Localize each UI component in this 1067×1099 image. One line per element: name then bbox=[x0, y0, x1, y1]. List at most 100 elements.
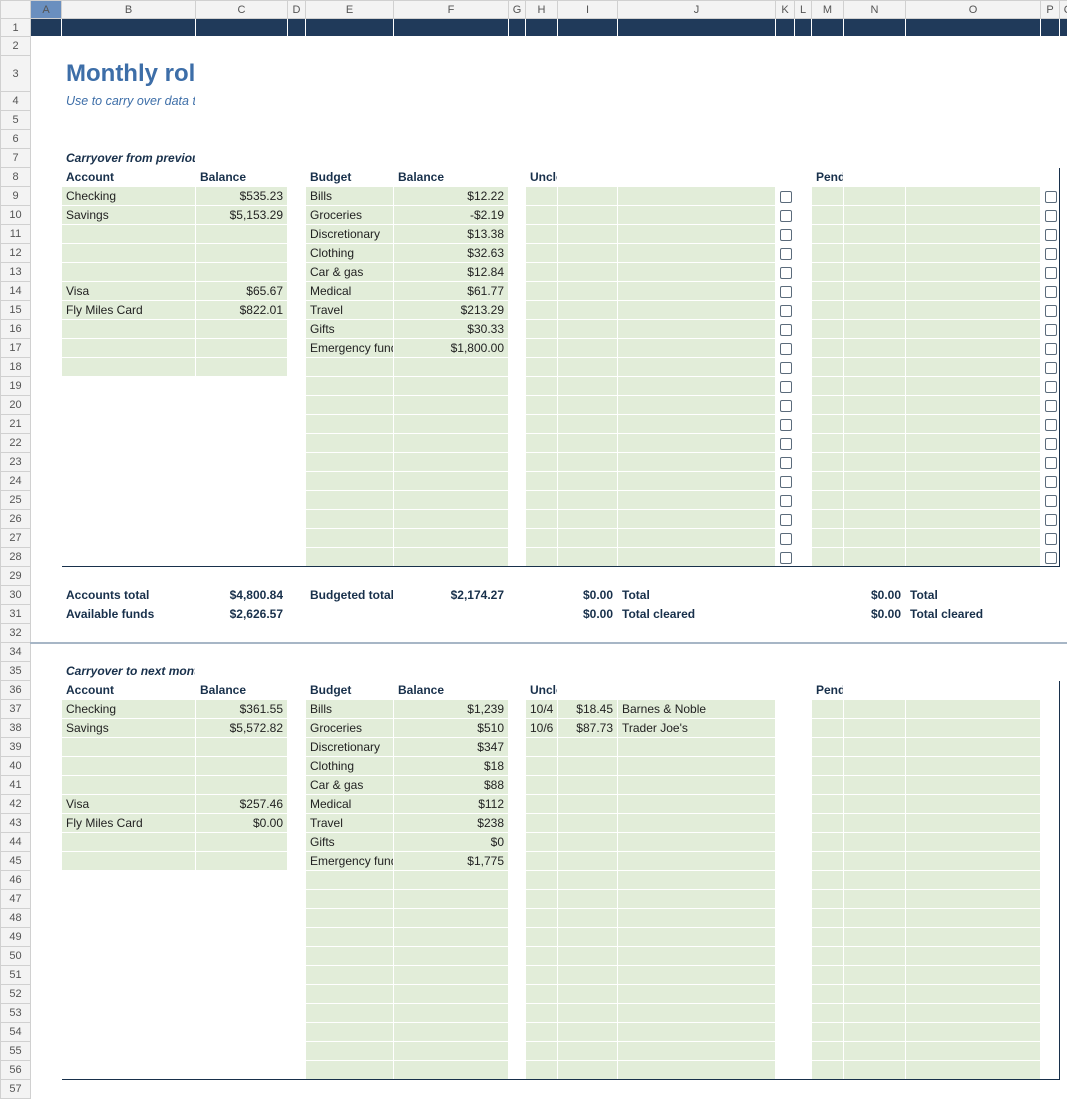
cell-I32[interactable] bbox=[558, 624, 618, 643]
cell-K4[interactable] bbox=[776, 92, 795, 111]
cell-D3[interactable] bbox=[288, 56, 306, 92]
cell-O56[interactable] bbox=[906, 1061, 1041, 1080]
cell-P2[interactable] bbox=[1041, 37, 1060, 56]
cell-B29[interactable] bbox=[62, 567, 196, 586]
cell-E45[interactable]: Emergency fund bbox=[306, 852, 394, 871]
cell-L7[interactable] bbox=[795, 149, 812, 168]
cell-M35[interactable] bbox=[812, 662, 844, 681]
cell-P21[interactable] bbox=[1041, 415, 1060, 434]
cell-J32[interactable] bbox=[618, 624, 776, 643]
cell-Q24[interactable] bbox=[1060, 472, 1067, 491]
cell-B19[interactable] bbox=[62, 377, 196, 396]
cell-J47[interactable] bbox=[618, 890, 776, 909]
row-header-36[interactable]: 36 bbox=[1, 681, 31, 700]
cell-F23[interactable] bbox=[394, 453, 509, 472]
cell-K1[interactable] bbox=[776, 19, 795, 37]
cell-I28[interactable] bbox=[558, 548, 618, 567]
cell-Q5[interactable] bbox=[1060, 111, 1067, 130]
cell-B23[interactable] bbox=[62, 453, 196, 472]
cell-F44[interactable]: $0 bbox=[394, 833, 509, 852]
cell-I4[interactable] bbox=[558, 92, 618, 111]
cell-D14[interactable] bbox=[288, 282, 306, 301]
cell-O20[interactable] bbox=[906, 396, 1041, 415]
row-header-4[interactable]: 4 bbox=[1, 92, 31, 111]
cell-M6[interactable] bbox=[812, 130, 844, 149]
cell-B8[interactable]: Account bbox=[62, 168, 196, 187]
cell-I49[interactable] bbox=[558, 928, 618, 947]
cell-J23[interactable] bbox=[618, 453, 776, 472]
cell-G46[interactable] bbox=[509, 871, 526, 890]
cell-O26[interactable] bbox=[906, 510, 1041, 529]
cell-J3[interactable] bbox=[618, 56, 776, 92]
row-header-12[interactable]: 12 bbox=[1, 244, 31, 263]
cell-E5[interactable] bbox=[306, 111, 394, 130]
row-header-7[interactable]: 7 bbox=[1, 149, 31, 168]
cell-H5[interactable] bbox=[526, 111, 558, 130]
cell-G27[interactable] bbox=[509, 529, 526, 548]
checkbox-icon[interactable] bbox=[780, 495, 792, 507]
cell-G22[interactable] bbox=[509, 434, 526, 453]
checkbox-icon[interactable] bbox=[1045, 267, 1057, 279]
column-header-F[interactable]: F bbox=[394, 1, 509, 19]
cell-D49[interactable] bbox=[288, 928, 306, 947]
cell-Q44[interactable] bbox=[1060, 833, 1067, 852]
cell-L2[interactable] bbox=[795, 37, 812, 56]
cell-B25[interactable] bbox=[62, 491, 196, 510]
cell-Q36[interactable] bbox=[1060, 681, 1067, 700]
cell-L10[interactable] bbox=[795, 206, 812, 225]
cell-C16[interactable] bbox=[196, 320, 288, 339]
cell-N34[interactable] bbox=[844, 643, 906, 662]
cell-M48[interactable] bbox=[812, 909, 844, 928]
cell-Q9[interactable] bbox=[1060, 187, 1067, 206]
cell-O1[interactable] bbox=[906, 19, 1041, 37]
cell-N43[interactable] bbox=[844, 814, 906, 833]
cell-M2[interactable] bbox=[812, 37, 844, 56]
spreadsheet[interactable]: ABCDEFGHIJKLMNOPQ 123Monthly rollover4Us… bbox=[0, 0, 1067, 1099]
cell-B47[interactable] bbox=[62, 890, 196, 909]
cell-H51[interactable] bbox=[526, 966, 558, 985]
cell-A47[interactable] bbox=[31, 890, 62, 909]
cell-H49[interactable] bbox=[526, 928, 558, 947]
cell-E4[interactable] bbox=[306, 92, 394, 111]
cell-E20[interactable] bbox=[306, 396, 394, 415]
cell-F31[interactable] bbox=[394, 605, 509, 624]
checkbox-icon[interactable] bbox=[1045, 514, 1057, 526]
cell-E17[interactable]: Emergency fund bbox=[306, 339, 394, 358]
cell-J28[interactable] bbox=[618, 548, 776, 567]
cell-G37[interactable] bbox=[509, 700, 526, 719]
cell-Q7[interactable] bbox=[1060, 149, 1067, 168]
cell-H6[interactable] bbox=[526, 130, 558, 149]
cell-D43[interactable] bbox=[288, 814, 306, 833]
cell-P13[interactable] bbox=[1041, 263, 1060, 282]
cell-Q18[interactable] bbox=[1060, 358, 1067, 377]
cell-G30[interactable] bbox=[509, 586, 526, 605]
row-header-34[interactable]: 34 bbox=[1, 643, 31, 662]
cell-I52[interactable] bbox=[558, 985, 618, 1004]
cell-C48[interactable] bbox=[196, 909, 288, 928]
cell-F51[interactable] bbox=[394, 966, 509, 985]
cell-K27[interactable] bbox=[776, 529, 795, 548]
row-header-25[interactable]: 25 bbox=[1, 491, 31, 510]
cell-A9[interactable] bbox=[31, 187, 62, 206]
cell-O52[interactable] bbox=[906, 985, 1041, 1004]
row-header-43[interactable]: 43 bbox=[1, 814, 31, 833]
cell-K17[interactable] bbox=[776, 339, 795, 358]
cell-A17[interactable] bbox=[31, 339, 62, 358]
cell-N22[interactable] bbox=[844, 434, 906, 453]
cell-L38[interactable] bbox=[795, 719, 812, 738]
cell-G26[interactable] bbox=[509, 510, 526, 529]
cell-H2[interactable] bbox=[526, 37, 558, 56]
row-header-29[interactable]: 29 bbox=[1, 567, 31, 586]
cell-P43[interactable] bbox=[1041, 814, 1060, 833]
cell-L8[interactable] bbox=[795, 168, 812, 187]
cell-C24[interactable] bbox=[196, 472, 288, 491]
cell-J21[interactable] bbox=[618, 415, 776, 434]
cell-I22[interactable] bbox=[558, 434, 618, 453]
cell-B56[interactable] bbox=[62, 1061, 196, 1080]
cell-H3[interactable] bbox=[526, 56, 558, 92]
cell-C18[interactable] bbox=[196, 358, 288, 377]
checkbox-icon[interactable] bbox=[780, 552, 792, 564]
row-header-46[interactable]: 46 bbox=[1, 871, 31, 890]
cell-N49[interactable] bbox=[844, 928, 906, 947]
cell-L31[interactable] bbox=[795, 605, 812, 624]
